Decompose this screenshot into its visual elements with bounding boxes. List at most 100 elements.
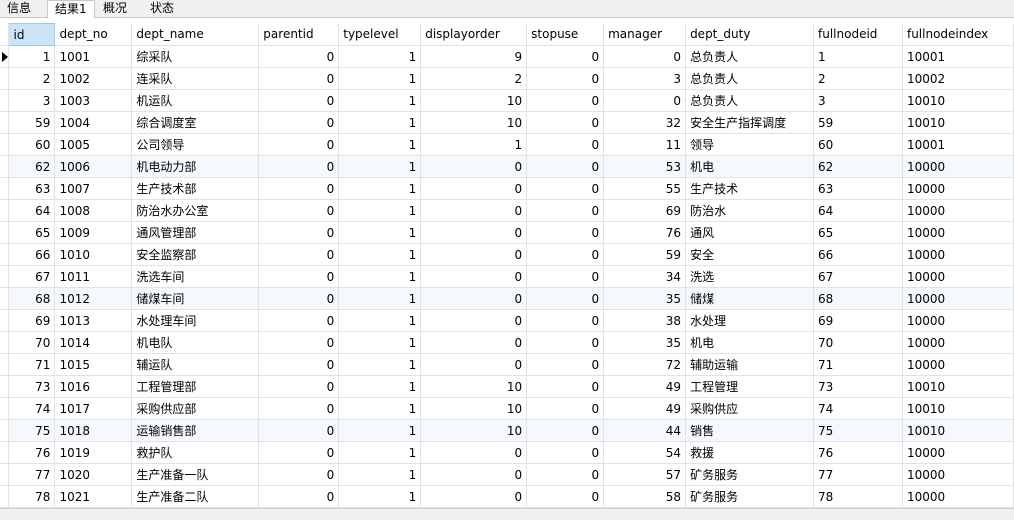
table-row[interactable]: 73 1016 工程管理部 0 1 10 0 49 工程管理 73 10010 — [0, 375, 1014, 398]
table-cell-parentid[interactable]: 0 — [258, 441, 340, 464]
table-cell-displayorder[interactable]: 0 — [420, 441, 528, 464]
table-row[interactable]: 2 1002 连采队 0 1 2 0 3 总负责人 2 10002 — [0, 67, 1014, 90]
table-cell-fullnodeindex[interactable]: 10000 — [902, 199, 1014, 222]
table-cell-dept_duty[interactable]: 救援 — [685, 441, 815, 464]
column-header-id[interactable]: id — [8, 23, 56, 46]
table-cell-stopuse[interactable]: 0 — [526, 419, 605, 442]
table-cell-id[interactable]: 64 — [8, 199, 56, 222]
table-cell-parentid[interactable]: 0 — [258, 485, 340, 508]
table-cell-stopuse[interactable]: 0 — [526, 485, 605, 508]
row-indicator[interactable] — [0, 463, 10, 486]
table-cell-displayorder[interactable]: 0 — [420, 463, 528, 486]
table-cell-typelevel[interactable]: 1 — [338, 441, 422, 464]
table-cell-fullnodeid[interactable]: 67 — [813, 265, 903, 288]
table-cell-fullnodeindex[interactable]: 10000 — [902, 309, 1014, 332]
table-cell-id[interactable]: 68 — [8, 287, 56, 310]
table-cell-fullnodeindex[interactable]: 10010 — [902, 419, 1014, 442]
row-indicator[interactable] — [0, 89, 10, 112]
table-cell-dept_duty[interactable]: 矿务服务 — [685, 485, 815, 508]
row-indicator[interactable] — [0, 45, 10, 68]
table-cell-id[interactable]: 74 — [8, 397, 56, 420]
table-cell-fullnodeid[interactable]: 63 — [813, 177, 903, 200]
table-cell-id[interactable]: 60 — [8, 133, 56, 156]
table-cell-dept_name[interactable]: 机电队 — [131, 331, 260, 354]
table-cell-parentid[interactable]: 0 — [258, 287, 340, 310]
table-cell-dept_name[interactable]: 工程管理部 — [131, 375, 260, 398]
table-cell-parentid[interactable]: 0 — [258, 309, 340, 332]
table-cell-displayorder[interactable]: 0 — [420, 155, 528, 178]
table-cell-manager[interactable]: 49 — [603, 375, 687, 398]
table-cell-manager[interactable]: 49 — [603, 397, 687, 420]
table-cell-typelevel[interactable]: 1 — [338, 485, 422, 508]
table-row[interactable]: 59 1004 综合调度室 0 1 10 0 32 安全生产指挥调度 59 10010 — [0, 111, 1014, 134]
table-cell-manager[interactable]: 38 — [603, 309, 687, 332]
table-cell-manager[interactable]: 0 — [603, 89, 687, 112]
table-cell-typelevel[interactable]: 1 — [338, 463, 422, 486]
table-cell-typelevel[interactable]: 1 — [338, 353, 422, 376]
row-indicator[interactable] — [0, 199, 10, 222]
row-indicator[interactable] — [0, 397, 10, 420]
table-cell-typelevel[interactable]: 1 — [338, 199, 422, 222]
table-cell-typelevel[interactable]: 1 — [338, 331, 422, 354]
table-cell-fullnodeindex[interactable]: 10010 — [902, 111, 1014, 134]
table-cell-displayorder[interactable]: 2 — [420, 67, 528, 90]
table-cell-stopuse[interactable]: 0 — [526, 463, 605, 486]
table-cell-fullnodeid[interactable]: 66 — [813, 243, 903, 266]
table-cell-dept_duty[interactable]: 生产技术 — [685, 177, 815, 200]
table-cell-displayorder[interactable]: 0 — [420, 309, 528, 332]
table-cell-stopuse[interactable]: 0 — [526, 441, 605, 464]
table-cell-dept_name[interactable]: 救护队 — [131, 441, 260, 464]
table-row[interactable]: 74 1017 采购供应部 0 1 10 0 49 采购供应 74 10010 — [0, 397, 1014, 420]
table-cell-fullnodeid[interactable]: 60 — [813, 133, 903, 156]
table-cell-typelevel[interactable]: 1 — [338, 419, 422, 442]
tab-status[interactable]: 状态 — [143, 0, 181, 17]
table-cell-dept_name[interactable]: 防治水办公室 — [131, 199, 260, 222]
row-indicator[interactable] — [0, 243, 10, 266]
table-cell-manager[interactable]: 55 — [603, 177, 687, 200]
table-cell-id[interactable]: 66 — [8, 243, 56, 266]
table-cell-dept_name[interactable]: 运输销售部 — [131, 419, 260, 442]
table-cell-dept_no[interactable]: 1002 — [54, 67, 133, 90]
table-cell-displayorder[interactable]: 0 — [420, 485, 528, 508]
result-grid[interactable]: id dept_no dept_name parentid typelevel … — [0, 23, 1014, 508]
column-header-fullnodeid[interactable]: fullnodeid — [813, 23, 903, 46]
column-header-dept-duty[interactable]: dept_duty — [685, 23, 815, 46]
table-cell-parentid[interactable]: 0 — [258, 419, 340, 442]
table-cell-fullnodeid[interactable]: 68 — [813, 287, 903, 310]
table-cell-dept_duty[interactable]: 辅助运输 — [685, 353, 815, 376]
table-cell-dept_name[interactable]: 综采队 — [131, 45, 260, 68]
table-cell-manager[interactable]: 34 — [603, 265, 687, 288]
table-cell-parentid[interactable]: 0 — [258, 155, 340, 178]
table-cell-parentid[interactable]: 0 — [258, 221, 340, 244]
table-cell-fullnodeindex[interactable]: 10000 — [902, 331, 1014, 354]
table-cell-id[interactable]: 67 — [8, 265, 56, 288]
table-cell-dept_name[interactable]: 采购供应部 — [131, 397, 260, 420]
table-cell-stopuse[interactable]: 0 — [526, 353, 605, 376]
table-cell-fullnodeindex[interactable]: 10010 — [902, 89, 1014, 112]
table-cell-typelevel[interactable]: 1 — [338, 397, 422, 420]
table-cell-id[interactable]: 3 — [8, 89, 56, 112]
table-cell-fullnodeindex[interactable]: 10000 — [902, 177, 1014, 200]
table-cell-id[interactable]: 76 — [8, 441, 56, 464]
table-cell-manager[interactable]: 53 — [603, 155, 687, 178]
table-cell-dept_no[interactable]: 1016 — [54, 375, 133, 398]
table-cell-typelevel[interactable]: 1 — [338, 177, 422, 200]
table-cell-parentid[interactable]: 0 — [258, 177, 340, 200]
table-row[interactable]: 71 1015 辅运队 0 1 0 0 72 辅助运输 71 10000 — [0, 353, 1014, 376]
table-cell-dept_duty[interactable]: 矿务服务 — [685, 463, 815, 486]
table-cell-stopuse[interactable]: 0 — [526, 375, 605, 398]
table-cell-typelevel[interactable]: 1 — [338, 375, 422, 398]
table-cell-dept_duty[interactable]: 安全生产指挥调度 — [685, 111, 815, 134]
table-cell-displayorder[interactable]: 0 — [420, 331, 528, 354]
table-cell-dept_duty[interactable]: 水处理 — [685, 309, 815, 332]
table-cell-stopuse[interactable]: 0 — [526, 331, 605, 354]
table-cell-dept_name[interactable]: 机运队 — [131, 89, 260, 112]
column-header-dept-name[interactable]: dept_name — [131, 23, 260, 46]
row-indicator[interactable] — [0, 133, 10, 156]
table-cell-fullnodeid[interactable]: 69 — [813, 309, 903, 332]
table-row[interactable]: 67 1011 洗选车间 0 1 0 0 34 洗选 67 10000 — [0, 265, 1014, 288]
table-cell-dept_no[interactable]: 1017 — [54, 397, 133, 420]
table-cell-stopuse[interactable]: 0 — [526, 309, 605, 332]
table-cell-dept_no[interactable]: 1012 — [54, 287, 133, 310]
table-cell-dept_duty[interactable]: 防治水 — [685, 199, 815, 222]
